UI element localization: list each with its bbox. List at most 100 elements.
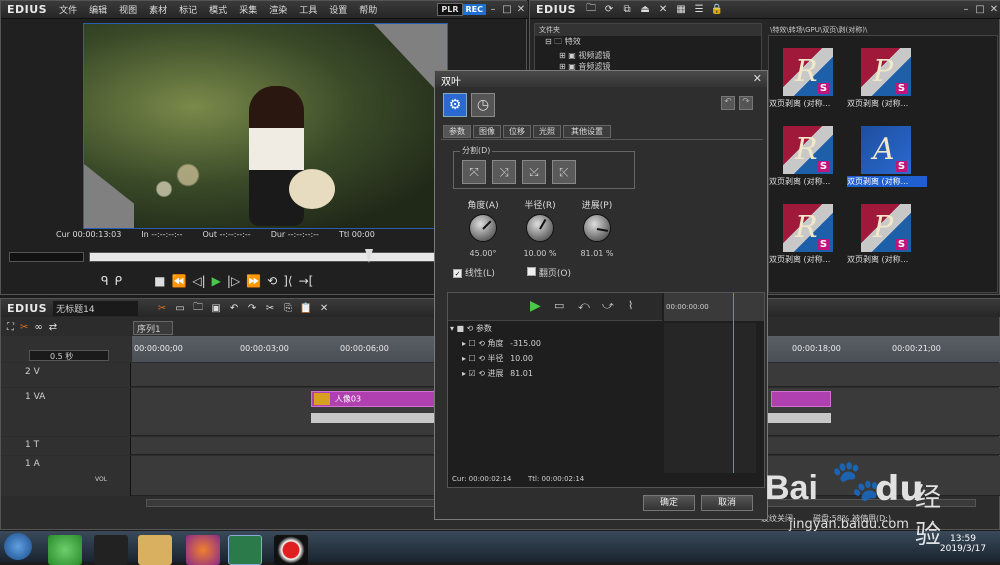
minimize-icon[interactable]: –	[486, 4, 500, 16]
effect-thumb-2[interactable]: PS	[861, 48, 911, 96]
menu-clip[interactable]: 素材	[143, 3, 173, 16]
split-option-2[interactable]: ⤨	[492, 160, 516, 184]
up-icon[interactable]: ⏏	[636, 4, 654, 15]
step-forward-icon[interactable]: |▷	[227, 274, 240, 288]
taskbar-qq[interactable]	[94, 535, 128, 565]
kf-param-angle[interactable]: ▸ ☐ ⟲ 角度 -315.00	[450, 338, 660, 352]
rec-toggle[interactable]: REC	[462, 4, 486, 15]
play-icon[interactable]: ▶	[212, 274, 221, 288]
split-option-3[interactable]: ⤩	[522, 160, 546, 184]
mark-in-icon[interactable]: ᑫ	[101, 274, 109, 288]
undo-icon[interactable]: ↶	[225, 303, 243, 314]
fast-forward-icon[interactable]: ⏩	[246, 274, 261, 288]
effect-thumb-6[interactable]: PS	[861, 204, 911, 252]
clip-portrait-03-end[interactable]	[771, 391, 831, 407]
knob-progress[interactable]	[583, 214, 611, 242]
mode-icon[interactable]: ✂	[153, 303, 171, 314]
tab-params[interactable]: 参数	[443, 125, 471, 138]
kf-ruler[interactable]: 00:00:00:00	[664, 293, 764, 321]
tab-position[interactable]: 位移	[503, 125, 531, 138]
stop-icon[interactable]: ■	[154, 274, 165, 288]
redo-icon[interactable]: ↷	[243, 303, 261, 314]
timer-icon[interactable]: ◷	[471, 93, 495, 117]
start-button[interactable]	[4, 533, 32, 560]
transition-mode-icon[interactable]: ⚙	[443, 93, 467, 117]
ok-button[interactable]: 确定	[643, 495, 695, 511]
tree-item-video-filters[interactable]: ⊞ ▣ 视频滤镜	[535, 50, 761, 61]
rewind-icon[interactable]: ⏪	[171, 274, 186, 288]
mark-out-icon[interactable]: ᑭ	[115, 274, 123, 288]
effect-thumb-1[interactable]: RS	[783, 48, 833, 96]
zoom-level[interactable]: 0.5 秒	[29, 350, 109, 361]
kf-param-radius[interactable]: ▸ ☐ ⟲ 半径 10.00	[450, 353, 660, 367]
effect-thumb-4[interactable]: AS	[861, 126, 911, 174]
step-back-icon[interactable]: ◁|	[192, 274, 205, 288]
menu-render[interactable]: 渲染	[263, 3, 293, 16]
razor-icon[interactable]: ✂	[20, 322, 28, 333]
menu-mode[interactable]: 模式	[203, 3, 233, 16]
menu-tools[interactable]: 工具	[293, 3, 323, 16]
dialog-redo-icon[interactable]: ↷	[739, 96, 753, 110]
sequence-tab[interactable]: 序列1	[133, 321, 173, 335]
new-seq-icon[interactable]: ▭	[171, 303, 189, 314]
overwrite-icon[interactable]: →[	[299, 274, 314, 288]
kf-prev-icon[interactable]: ⤺	[578, 299, 590, 313]
kf-graph[interactable]	[664, 323, 756, 473]
menu-file[interactable]: 文件	[53, 3, 83, 16]
knob-radius[interactable]	[526, 214, 554, 242]
track-icon[interactable]: ⛶	[7, 322, 14, 333]
loop-icon[interactable]: ⟲	[267, 274, 277, 288]
refresh-icon[interactable]: ⟳	[600, 4, 618, 15]
view-icon[interactable]: ▦	[672, 4, 690, 15]
split-option-4[interactable]: ⤪	[552, 160, 576, 184]
dialog-close-icon[interactable]: ✕	[753, 72, 762, 85]
menu-edit[interactable]: 编辑	[83, 3, 113, 16]
kf-next-icon[interactable]: ⤻	[602, 299, 614, 313]
delete-clip-icon[interactable]: ✕	[315, 303, 333, 314]
maximize-icon[interactable]: □	[500, 4, 514, 16]
flip-checkbox[interactable]: 翻页(O)	[527, 266, 571, 279]
taskbar-firefox[interactable]	[186, 535, 220, 565]
shuttle-slider[interactable]	[9, 252, 84, 262]
menu-help[interactable]: 帮助	[353, 3, 383, 16]
split-option-1[interactable]: ⤧	[462, 160, 486, 184]
cut-icon[interactable]: ✂	[261, 303, 279, 314]
taskbar-app-1[interactable]	[48, 535, 82, 565]
tab-other[interactable]: 其他设置	[563, 125, 611, 138]
menu-capture[interactable]: 采集	[233, 3, 263, 16]
save-icon[interactable]: ▣	[207, 303, 225, 314]
kf-param-progress[interactable]: ▸ ☑ ⟲ 进展 81.01	[450, 368, 660, 382]
delete-icon[interactable]: ✕	[654, 4, 672, 15]
taskbar-edius[interactable]	[228, 535, 262, 565]
kf-graph-icon[interactable]: ⌇	[628, 299, 633, 312]
linear-checkbox[interactable]: ✓ 线性(L)	[453, 266, 495, 279]
paste-icon[interactable]: 📋	[297, 303, 315, 314]
menu-view[interactable]: 视图	[113, 3, 143, 16]
kf-loop-icon[interactable]: ▭	[554, 299, 564, 312]
cancel-button[interactable]: 取消	[701, 495, 753, 511]
effect-thumb-5[interactable]: RS	[783, 204, 833, 252]
copy-icon[interactable]: ⎘	[279, 303, 297, 314]
taskbar-recorder[interactable]	[274, 535, 308, 565]
close-icon[interactable]: ✕	[514, 4, 528, 16]
knob-angle[interactable]	[469, 214, 497, 242]
tab-lighting[interactable]: 光照	[533, 125, 561, 138]
kf-cursor-line[interactable]	[733, 293, 734, 473]
position-bar[interactable]	[89, 252, 436, 262]
insert-icon[interactable]: ]⟨	[283, 274, 292, 288]
plr-toggle[interactable]: PLR	[437, 3, 463, 16]
bin-maximize-icon[interactable]: □	[973, 4, 987, 16]
tab-image[interactable]: 图像	[473, 125, 501, 138]
menu-settings[interactable]: 设置	[323, 3, 353, 16]
bin-close-icon[interactable]: ✕	[987, 4, 1000, 16]
tree-item-effects[interactable]: ⊟ 🗀 特效	[535, 36, 761, 50]
folder-icon[interactable]: 🗀	[582, 1, 600, 18]
link-icon[interactable]: ∞	[34, 322, 42, 333]
kf-play-icon[interactable]: ▶	[530, 298, 541, 314]
sync-icon[interactable]: ⇄	[49, 322, 57, 333]
open-icon[interactable]: 🗀	[189, 300, 207, 317]
bin-minimize-icon[interactable]: –	[959, 4, 973, 16]
lock-icon[interactable]: 🔒	[708, 4, 726, 15]
clip-portrait-03[interactable]: 人像03	[311, 391, 437, 407]
dialog-undo-icon[interactable]: ↶	[721, 96, 735, 110]
